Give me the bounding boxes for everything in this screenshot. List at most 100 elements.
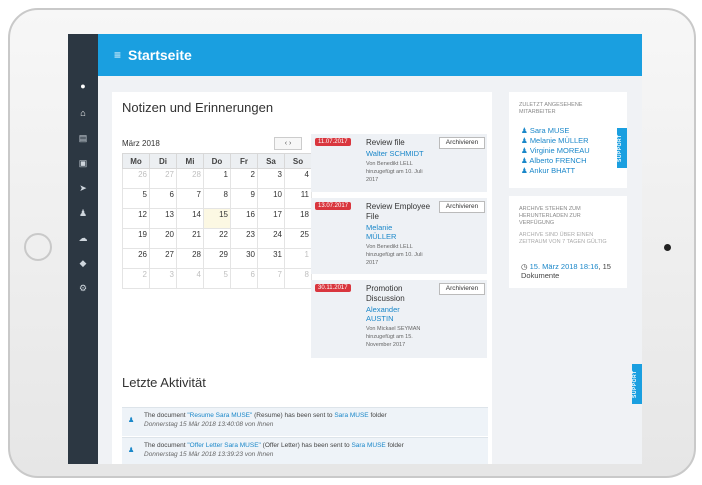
reminder-person-link[interactable]: Melanie MÜLLER [366,223,406,241]
tag-icon[interactable]: ◆ [77,257,89,269]
calendar-day[interactable]: 27 [149,248,177,269]
calendar-day[interactable]: 9 [230,188,258,209]
reminder-person-link[interactable]: Walter SCHMIDT [366,149,424,158]
calendar-day-today[interactable]: 15 [203,208,231,229]
calendar-day[interactable]: 8 [284,268,312,289]
recent-employees-card: ZULETZT ANGESEHENE MITARBEITER ♟ Sara MU… [509,92,627,188]
calendar-day[interactable]: 11 [284,188,312,209]
activity-text-suffix: folder [368,412,387,419]
reminder-date-badge: 30.11.2017 [315,284,351,292]
archive-card: ARCHIVE STEHEN ZUM HERUNTERLADEN ZUR VER… [509,196,627,288]
activity-text: The document "Offer Letter Sara MUSE" (O… [144,442,404,449]
person-link[interactable]: Sara MUSE [351,442,385,449]
person-link[interactable]: Sara MUSE [334,412,368,419]
calendar-day[interactable]: 22 [203,228,231,249]
home-button [24,233,52,261]
archive-subtext: ARCHIVE SIND ÜBER EINEN ZEITRAUM VON 7 T… [519,232,607,245]
calendar-day[interactable]: 26 [122,248,150,269]
calendar-day[interactable]: 29 [203,248,231,269]
archive-button[interactable]: Archivieren [439,137,485,149]
activity-text-prefix: The document [144,412,188,419]
calendar-day[interactable]: 1 [203,168,231,189]
person-icon: ♟ [128,417,135,424]
calendar-day[interactable]: 4 [176,268,204,289]
employee-name[interactable]: Sara MUSE [530,126,570,135]
employee-name[interactable]: Alberto FRENCH [529,156,586,165]
calendar-day[interactable]: 26 [122,168,150,189]
employee-name[interactable]: Melanie MÜLLER [530,136,589,145]
calendar-day[interactable]: 19 [122,228,150,249]
reminder-title: Review file [366,138,405,147]
calendar-day[interactable]: 24 [257,228,285,249]
reminder-title: Review Employee File [366,202,431,221]
reminder-meta: Von Benedikt LELL hinzugefügt am 10. Jul… [366,161,423,183]
calendar-day[interactable]: 2 [122,268,150,289]
recent-employee-link[interactable]: ♟ Melanie MÜLLER [521,136,589,145]
document-link[interactable]: "Offer Letter Sara MUSE" [187,442,261,449]
reminder-person-link[interactable]: Alexander AUSTIN [366,305,416,323]
calendar-day[interactable]: 12 [122,208,150,229]
calendar-day[interactable]: 27 [149,168,177,189]
support-tab[interactable]: SUPPORT [632,364,642,404]
calendar-day[interactable]: 6 [230,268,258,289]
reminder-meta: Von Mickael SEYMAN hinzugefügt am 15. No… [366,326,421,348]
reminder-date-badge: 11.07.2017 [315,138,351,146]
recent-employee-link[interactable]: ♟ Ankur BHATT [521,166,575,175]
calendar-day[interactable]: 31 [257,248,285,269]
recent-employee-link[interactable]: ♟ Sara MUSE [521,126,569,135]
calendar-day[interactable]: 13 [149,208,177,229]
cloud-icon[interactable]: ☁ [77,232,89,244]
calendar-day[interactable]: 7 [257,268,285,289]
group-icon[interactable]: ♟ [77,207,89,219]
calendar-day[interactable]: 4 [284,168,312,189]
weekday: Fr [230,153,258,169]
support-tab[interactable]: SUPPORT [617,128,627,168]
calendar-day[interactable]: 18 [284,208,312,229]
app-screen: ● ⌂ ▤ ▣ ➤ ♟ ☁ ◆ ⚙ ≡ Startseite Notizen u… [68,34,642,464]
employee-name[interactable]: Virginie MOREAU [530,146,590,155]
document-icon[interactable]: ▤ [77,132,89,144]
recent-employee-link[interactable]: ♟ Virginie MOREAU [521,146,590,155]
activity-text-suffix: folder [385,442,404,449]
top-bar: ≡ Startseite [98,34,642,76]
home-icon[interactable]: ⌂ [77,107,89,119]
user-icon[interactable]: ● [77,80,89,92]
calendar-day[interactable]: 10 [257,188,285,209]
calendar-day[interactable]: 3 [257,168,285,189]
calendar-day[interactable]: 6 [149,188,177,209]
files-icon[interactable]: ▣ [77,157,89,169]
calendar-day[interactable]: 23 [230,228,258,249]
page-title: Startseite [128,47,192,63]
gear-icon[interactable]: ⚙ [77,282,89,294]
employee-name[interactable]: Ankur BHATT [529,166,575,175]
calendar-day[interactable]: 5 [122,188,150,209]
archive-button[interactable]: Archivieren [439,201,485,213]
archive-button[interactable]: Archivieren [439,283,485,295]
calendar-day[interactable]: 30 [230,248,258,269]
archive-download-link[interactable]: 15. März 2018 18:16 [530,262,599,271]
calendar-day[interactable]: 16 [230,208,258,229]
calendar-day[interactable]: 5 [203,268,231,289]
activity-time: Donnerstag 15 Mär 2018 13:39:23 von Ihne… [144,451,274,458]
activity-text-prefix: The document [144,442,188,449]
calendar-day[interactable]: 21 [176,228,204,249]
send-icon[interactable]: ➤ [77,182,89,194]
calendar-day[interactable]: 28 [176,168,204,189]
activity-heading: Letzte Aktivität [122,375,206,390]
calendar-day[interactable]: 25 [284,228,312,249]
calendar-day[interactable]: 3 [149,268,177,289]
calendar-nav-buttons[interactable]: ‹ › [274,137,302,150]
calendar-day[interactable]: 20 [149,228,177,249]
calendar-day[interactable]: 14 [176,208,204,229]
calendar-day[interactable]: 28 [176,248,204,269]
weekday: Di [149,153,177,169]
calendar-day[interactable]: 17 [257,208,285,229]
calendar-day[interactable]: 1 [284,248,312,269]
recent-employee-link[interactable]: ♟ Alberto FRENCH [521,156,587,165]
sidebar: ● ⌂ ▤ ▣ ➤ ♟ ☁ ◆ ⚙ [68,34,98,464]
calendar-day[interactable]: 8 [203,188,231,209]
menu-icon[interactable]: ≡ [114,48,121,62]
calendar-day[interactable]: 2 [230,168,258,189]
calendar-day[interactable]: 7 [176,188,204,209]
document-link[interactable]: "Resume Sara MUSE" [187,412,252,419]
